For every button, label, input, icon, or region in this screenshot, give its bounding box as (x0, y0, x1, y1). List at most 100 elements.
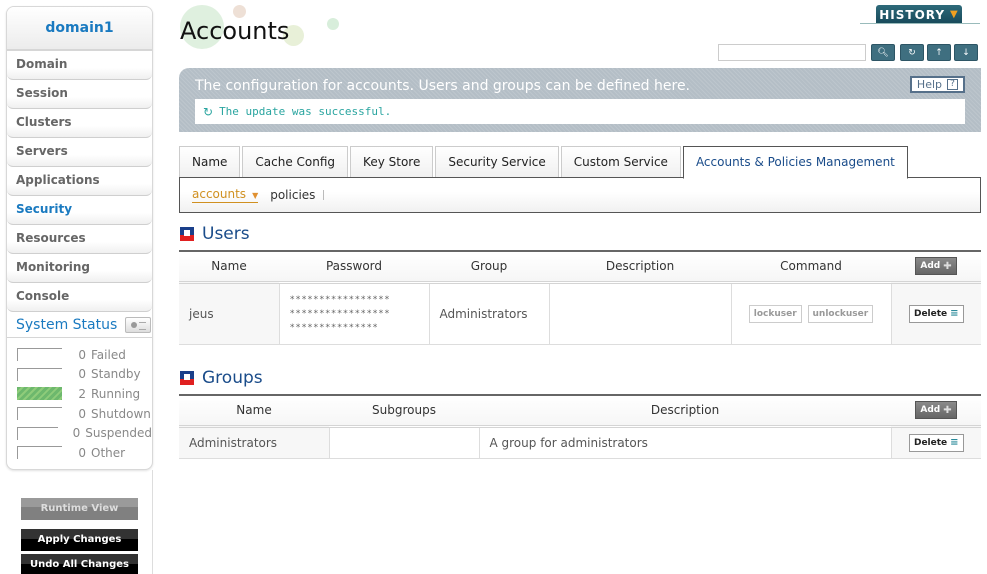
status-count: 0 (78, 406, 86, 421)
tab-cache-config[interactable]: Cache Config (242, 146, 349, 178)
tab-security-service[interactable]: Security Service (435, 146, 559, 178)
status-label: Suspended (85, 426, 152, 441)
table-row: Administrators A group for administrator… (179, 426, 981, 459)
sidebar-item-security[interactable]: Security (7, 196, 152, 225)
status-label: Failed (91, 347, 126, 362)
xml-download-icon[interactable]: ↓ (954, 44, 978, 61)
sidebar-item-console[interactable]: Console (7, 283, 152, 312)
sidebar-item-servers[interactable]: Servers (7, 138, 152, 167)
tab-bar: Name Cache Config Key Store Security Ser… (179, 146, 910, 179)
help-button[interactable]: Help ? (909, 76, 965, 93)
group-actions: Delete ≡ (891, 426, 981, 459)
refresh-success-icon: ↻ (203, 104, 214, 119)
sidebar-item-resources[interactable]: Resources (7, 225, 152, 254)
sidebar-item-applications[interactable]: Applications (7, 167, 152, 196)
domain-title[interactable]: domain1 (7, 7, 152, 51)
status-bar (17, 446, 62, 460)
tab-name[interactable]: Name (179, 146, 241, 178)
sidebar-item-session[interactable]: Session (7, 80, 152, 109)
status-list: 0 Failed 0 Standby 2 Running 0 Shutdown … (7, 338, 152, 469)
users-header-row: Name Password Group Description Command … (179, 250, 981, 284)
delete-label: Delete (913, 437, 948, 448)
add-icon: ✚ (943, 404, 952, 416)
apply-changes-button[interactable]: Apply Changes (21, 528, 138, 551)
password-line: *************** (289, 322, 379, 333)
status-bar (17, 348, 62, 362)
groups-header-row: Name Subgroups Description Add ✚ (179, 394, 981, 428)
tab-accounts-policies[interactable]: Accounts & Policies Management (682, 146, 908, 179)
banner-description: The configuration for accounts. Users an… (195, 78, 691, 94)
users-title: Users (202, 224, 250, 244)
status-count: 0 (78, 445, 86, 460)
section-icon (180, 371, 194, 385)
history-underline (860, 23, 980, 24)
status-count: 2 (78, 386, 86, 401)
system-status-title: System Status (16, 316, 118, 333)
search-input[interactable] (718, 44, 866, 61)
add-label: Add (920, 261, 941, 272)
user-commands: lockuser unlockuser (731, 282, 892, 345)
subtab-accounts-label: accounts (192, 187, 247, 201)
status-row-failed: 0 Failed (17, 345, 152, 365)
decor-circle (327, 18, 339, 30)
tab-custom-service[interactable]: Custom Service (560, 146, 681, 178)
delete-group-button[interactable]: Delete ≡ (908, 433, 964, 452)
sidebar-item-domain[interactable]: Domain (7, 51, 152, 80)
status-label: Other (91, 445, 126, 460)
undo-all-changes-button[interactable]: Undo All Changes (21, 553, 138, 574)
sidebar-item-clusters[interactable]: Clusters (7, 109, 152, 138)
refresh-icon[interactable]: ↻ (900, 44, 924, 61)
group-subgroups (329, 426, 480, 459)
delete-icon: ≡ (950, 308, 959, 319)
groups-title: Groups (202, 368, 263, 388)
status-row-suspended: 0 Suspended (17, 423, 152, 443)
status-bar-running (17, 387, 62, 401)
lockuser-button[interactable]: lockuser (748, 304, 802, 323)
col-command: Command (731, 250, 891, 284)
add-user-button[interactable]: Add ✚ (915, 257, 957, 276)
col-actions: Add ✚ (891, 394, 981, 428)
history-button[interactable]: HISTORY ▼ (876, 5, 962, 24)
status-row-other: 0 Other (17, 443, 152, 463)
status-label: Running (91, 386, 141, 401)
status-bar (17, 407, 62, 421)
search-icon[interactable]: 🔍︎ (871, 44, 895, 61)
history-label: HISTORY (879, 7, 946, 22)
status-bar (17, 367, 62, 381)
users-section-title: Users (180, 224, 250, 244)
user-group: Administrators (429, 282, 550, 345)
password-line: ***************** (289, 308, 391, 319)
group-name: Administrators (179, 426, 330, 459)
runtime-view-button[interactable]: Runtime View (21, 497, 138, 520)
subtab-policies[interactable]: policies (270, 188, 315, 202)
status-toggle-icon[interactable] (125, 316, 152, 333)
users-table: Name Password Group Description Command … (179, 250, 981, 345)
sidebar-item-monitoring[interactable]: Monitoring (7, 254, 152, 283)
subtab-accounts[interactable]: accounts ▼ (192, 187, 259, 203)
groups-table: Name Subgroups Description Add ✚ Administ… (179, 394, 981, 459)
section-icon (180, 227, 194, 241)
xml-upload-icon[interactable]: ↑ (927, 44, 951, 61)
chevron-down-icon: ▼ (950, 9, 959, 20)
status-label: Standby (91, 367, 141, 382)
col-description: Description (479, 394, 891, 428)
col-group: Group (429, 250, 549, 284)
user-description (549, 282, 732, 345)
status-row-running: 2 Running (17, 384, 152, 404)
subtab-bar: accounts ▼ policies (179, 177, 981, 213)
group-description: A group for administrators (479, 426, 892, 459)
status-row-shutdown: 0 Shutdown (17, 404, 152, 424)
delete-user-button[interactable]: Delete ≡ (908, 304, 964, 323)
table-row: jeus ***************** *****************… (179, 282, 981, 345)
add-group-button[interactable]: Add ✚ (915, 401, 957, 420)
password-line: ***************** (289, 294, 391, 305)
unlockuser-button[interactable]: unlockuser (807, 304, 874, 323)
status-count: 0 (78, 367, 86, 382)
status-count: 0 (72, 426, 81, 441)
help-label: Help (916, 78, 942, 91)
groups-section-title: Groups (180, 368, 263, 388)
col-password: Password (279, 250, 429, 284)
col-name: Name (179, 250, 279, 284)
col-description: Description (549, 250, 731, 284)
tab-key-store[interactable]: Key Store (350, 146, 434, 178)
